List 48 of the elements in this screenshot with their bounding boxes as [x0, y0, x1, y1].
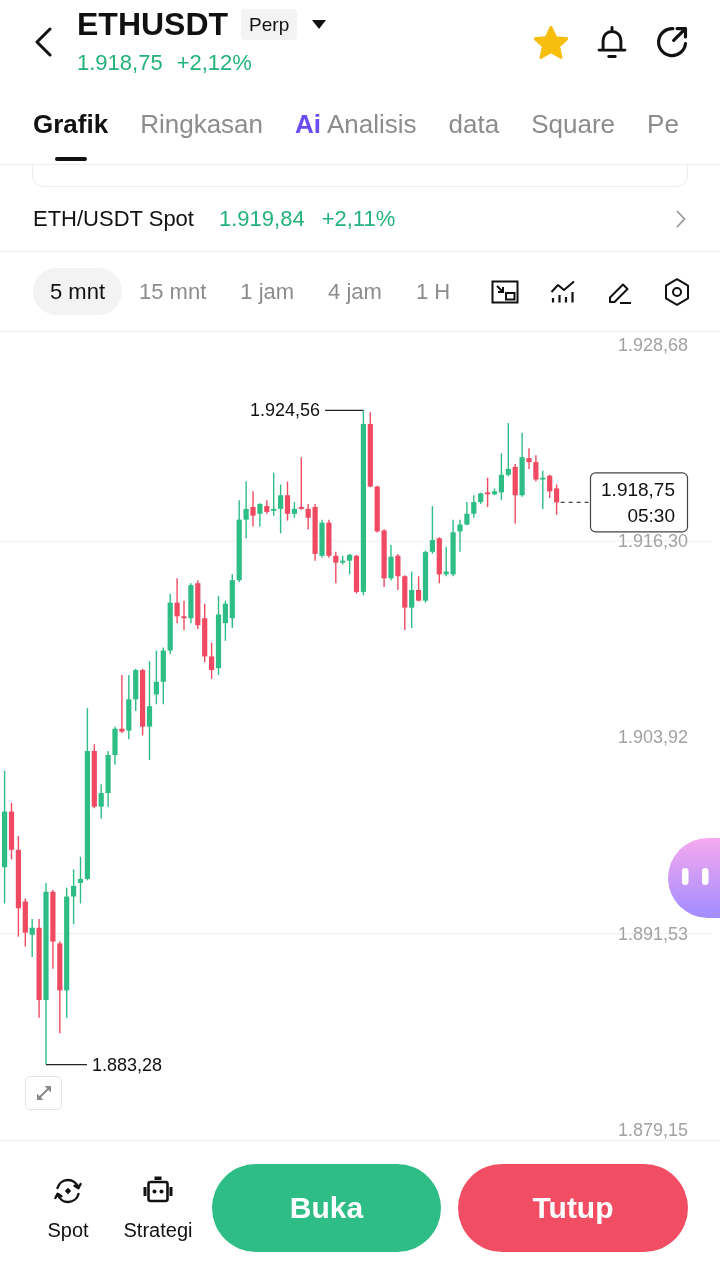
expand-button[interactable]	[25, 1076, 62, 1110]
nav-label: Spot	[47, 1218, 89, 1242]
last-price: 1.918,75	[77, 50, 163, 76]
price-change: +2,12%	[176, 50, 252, 76]
tab[interactable]: Ringkasan	[140, 92, 263, 164]
leader-line	[45, 1063, 88, 1066]
nav-label: Strategi	[123, 1218, 193, 1242]
chart-indicator-icon[interactable]	[550, 279, 576, 304]
symbol-title: ETHUSDT	[77, 5, 229, 43]
tab[interactable]: Pe	[647, 92, 679, 164]
tab[interactable]: Grafik	[33, 92, 109, 164]
axis-label: 1.903,92	[617, 727, 688, 748]
contract-type-tag: Perp	[241, 8, 298, 40]
high-price-label: 1.924,56	[249, 400, 320, 421]
caret-icon[interactable]	[312, 19, 327, 29]
chevron-right-icon[interactable]	[676, 210, 686, 228]
bottom-nav-item[interactable]: Strategi	[120, 1174, 196, 1242]
tab[interactable]: Ai Analisis	[295, 92, 417, 164]
interval-option[interactable]: 1 jam	[223, 268, 312, 315]
price-tag-value: 1.918,75	[601, 478, 675, 500]
spot-pair-name: ETH/USDT Spot	[33, 206, 194, 232]
interval-option[interactable]: 4 jam	[311, 268, 399, 315]
settings-icon[interactable]	[664, 277, 690, 306]
countdown-timer: 05:30	[627, 504, 675, 526]
back-icon[interactable]	[34, 27, 52, 57]
tab[interactable]: Square	[531, 92, 616, 164]
spot-price: 1.919,84	[219, 206, 305, 232]
star-icon[interactable]	[534, 25, 568, 59]
low-price-label: 1.883,28	[92, 1054, 163, 1075]
floating-window-icon[interactable]	[491, 279, 519, 304]
bell-icon[interactable]	[597, 25, 627, 59]
interval-option[interactable]: 1 H	[398, 268, 468, 315]
spot-price-change: +2,11%	[321, 206, 396, 232]
interval-option[interactable]: 5 mnt	[33, 268, 123, 315]
axis-label: 1.928,68	[617, 335, 688, 355]
share-icon[interactable]	[656, 26, 688, 58]
interval-option[interactable]: 15 mnt	[122, 268, 224, 315]
trade-button[interactable]: Buka	[212, 1164, 441, 1252]
expand-icon	[34, 1084, 53, 1102]
tab[interactable]: data	[448, 92, 500, 164]
axis-label: 1.891,53	[617, 923, 688, 944]
bottom-nav-item[interactable]: Spot	[38, 1174, 98, 1242]
trade-button[interactable]: Tutup	[458, 1164, 688, 1252]
axis-label: 1.916,30	[617, 531, 688, 552]
ai-label: Ai	[295, 108, 321, 140]
axis-label: 1.879,15	[617, 1120, 688, 1140]
assistant-bubble-icon[interactable]	[668, 838, 720, 918]
leader-line	[324, 409, 365, 411]
